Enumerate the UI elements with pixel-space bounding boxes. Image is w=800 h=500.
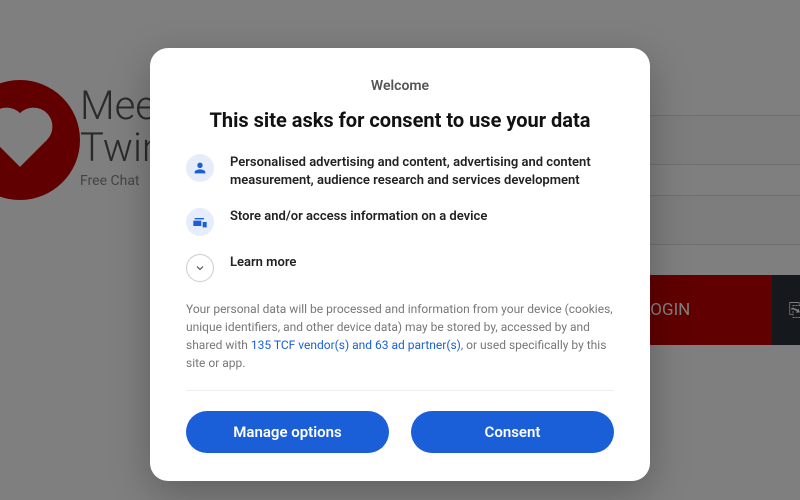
- consent-button[interactable]: Consent: [411, 411, 614, 453]
- consent-divider: [186, 390, 614, 391]
- devices-icon: [186, 208, 214, 236]
- consent-welcome: Welcome: [186, 78, 614, 94]
- consent-purpose-2: Store and/or access information on a dev…: [186, 208, 614, 236]
- consent-dialog: Welcome This site asks for consent to us…: [150, 48, 650, 481]
- person-icon: [186, 154, 214, 182]
- consent-purpose-2-text: Store and/or access information on a dev…: [230, 208, 487, 226]
- learn-more-row[interactable]: Learn more: [186, 254, 614, 282]
- consent-purpose-1-text: Personalised advertising and content, ad…: [230, 154, 614, 190]
- consent-title: This site asks for consent to use your d…: [186, 108, 614, 132]
- learn-more-label: Learn more: [230, 254, 296, 272]
- consent-purpose-1: Personalised advertising and content, ad…: [186, 154, 614, 190]
- chevron-down-icon: [186, 254, 214, 282]
- manage-options-button[interactable]: Manage options: [186, 411, 389, 453]
- vendors-link[interactable]: 135 TCF vendor(s) and 63 ad partner(s): [251, 338, 461, 352]
- consent-fineprint: Your personal data will be processed and…: [186, 300, 614, 372]
